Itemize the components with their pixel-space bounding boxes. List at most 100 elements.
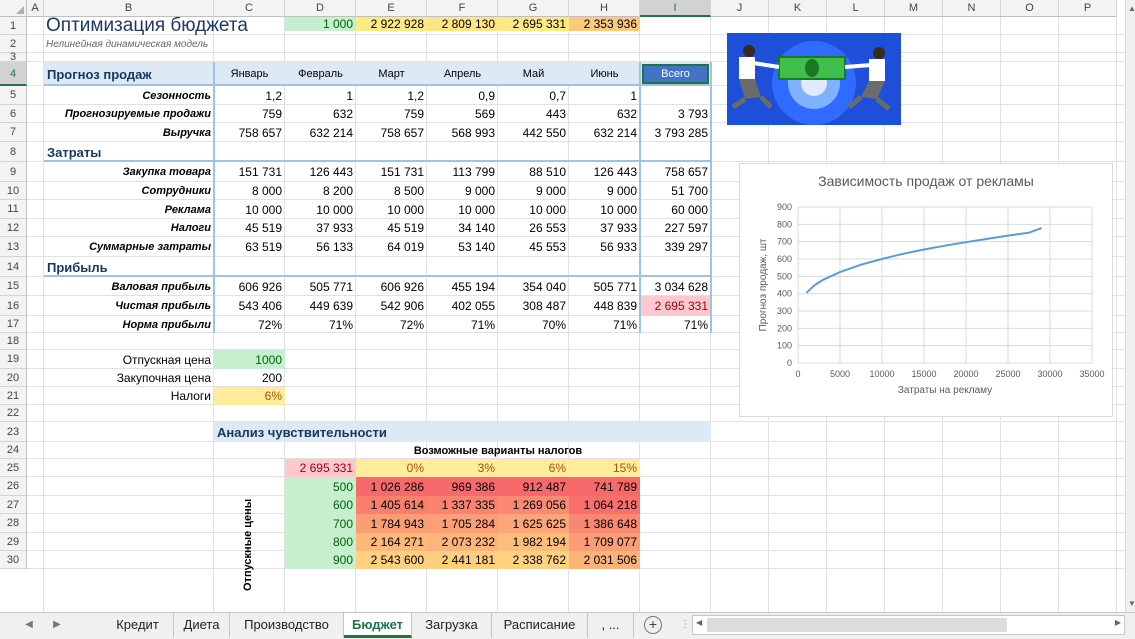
value-cell[interactable]: 72%: [214, 316, 285, 333]
sheet-tab-3[interactable]: Производство: [230, 613, 344, 638]
value-cell[interactable]: 10 000: [498, 200, 569, 219]
column-header-e[interactable]: E: [356, 0, 427, 17]
value-cell[interactable]: 151 731: [356, 162, 427, 182]
value-cell[interactable]: 10 000: [569, 200, 640, 219]
worksheet-grid[interactable]: Зависимость продаж от рекламы 0 100 200 300 4…: [27, 17, 1125, 612]
value-cell[interactable]: 9 000: [498, 182, 569, 200]
column-header-k[interactable]: K: [769, 0, 827, 17]
value-cell[interactable]: 71%: [285, 316, 356, 333]
sensitivity-cell[interactable]: 1 064 218: [569, 496, 640, 514]
value-cell[interactable]: 64 019: [356, 237, 427, 257]
row-header-10[interactable]: 10: [0, 182, 27, 200]
row-header-7[interactable]: 7: [0, 123, 27, 142]
row-header-18[interactable]: 18: [0, 333, 27, 350]
sensitivity-cell[interactable]: 1 026 286: [356, 477, 427, 496]
value-cell[interactable]: 543 406: [214, 296, 285, 316]
value-cell[interactable]: 308 487: [498, 296, 569, 316]
value-cell[interactable]: 8 000: [214, 182, 285, 200]
row-header-13[interactable]: 13: [0, 237, 27, 257]
value-cell[interactable]: 151 731: [214, 162, 285, 182]
value-cell[interactable]: 63 519: [214, 237, 285, 257]
tax-option[interactable]: 15%: [569, 459, 640, 477]
row-header-22[interactable]: 22: [0, 405, 27, 422]
total-cell[interactable]: 758 657: [640, 162, 711, 182]
total-cell[interactable]: 3 034 628: [640, 277, 711, 296]
sensitivity-cell[interactable]: 2 073 232: [427, 533, 498, 551]
row-header-11[interactable]: 11: [0, 200, 27, 219]
row-header-9[interactable]: 9: [0, 162, 27, 182]
row-header-24[interactable]: 24: [0, 442, 27, 459]
row-header-6[interactable]: 6: [0, 105, 27, 123]
row-header-29[interactable]: 29: [0, 533, 27, 551]
column-header-c[interactable]: C: [214, 0, 285, 17]
tax-option[interactable]: 3%: [427, 459, 498, 477]
value-cell[interactable]: 0,7: [498, 86, 569, 105]
value-cell[interactable]: 568 993: [427, 123, 498, 142]
sensitivity-cell[interactable]: 2 543 600: [356, 551, 427, 569]
tax-option[interactable]: 6%: [498, 459, 569, 477]
value-cell[interactable]: 26 553: [498, 219, 569, 237]
value-cell[interactable]: 1,2: [356, 86, 427, 105]
row-header-30[interactable]: 30: [0, 551, 27, 569]
sensitivity-cell[interactable]: 2 695 331: [498, 17, 569, 31]
value-cell[interactable]: 10 000: [285, 200, 356, 219]
column-header-o[interactable]: O: [1001, 0, 1059, 17]
value-cell[interactable]: 758 657: [214, 123, 285, 142]
row-header-26[interactable]: 26: [0, 477, 27, 496]
value-cell[interactable]: 8 200: [285, 182, 356, 200]
row-header-14[interactable]: 14: [0, 257, 27, 277]
column-header-m[interactable]: M: [885, 0, 943, 17]
value-cell[interactable]: 758 657: [356, 123, 427, 142]
row-header-4[interactable]: 4: [0, 62, 27, 86]
sensitivity-cell[interactable]: 1 982 194: [498, 533, 569, 551]
sensitivity-cell[interactable]: 1 405 614: [356, 496, 427, 514]
sensitivity-cell[interactable]: 1 337 335: [427, 496, 498, 514]
price-option[interactable]: 600: [285, 496, 356, 514]
row-header-23[interactable]: 23: [0, 422, 27, 442]
column-header-l[interactable]: L: [827, 0, 885, 17]
row-header-28[interactable]: 28: [0, 514, 27, 533]
column-header-f[interactable]: F: [427, 0, 498, 17]
value-cell[interactable]: 45 519: [356, 219, 427, 237]
sensitivity-cell[interactable]: 912 487: [498, 477, 569, 496]
input-value[interactable]: 200: [214, 369, 285, 387]
value-cell[interactable]: 56 933: [569, 237, 640, 257]
sensitivity-cell[interactable]: 1 709 077: [569, 533, 640, 551]
value-cell[interactable]: 354 040: [498, 277, 569, 296]
total-button[interactable]: Всего: [642, 64, 709, 84]
row-header-21[interactable]: 21: [0, 387, 27, 405]
input-value[interactable]: 1000: [214, 350, 285, 369]
sensitivity-cell[interactable]: 2 338 762: [498, 551, 569, 569]
input-value[interactable]: 6%: [214, 387, 285, 405]
column-header-i[interactable]: I: [640, 0, 711, 17]
value-cell[interactable]: 88 510: [498, 162, 569, 182]
row-header-20[interactable]: 20: [0, 369, 27, 387]
value-cell[interactable]: 632: [285, 105, 356, 123]
value-cell[interactable]: 505 771: [569, 277, 640, 296]
value-cell[interactable]: 126 443: [285, 162, 356, 182]
sensitivity-corner[interactable]: 2 695 331: [285, 459, 356, 477]
value-cell[interactable]: 56 133: [285, 237, 356, 257]
row-header-5[interactable]: 5: [0, 86, 27, 105]
sensitivity-cell[interactable]: 2 441 181: [427, 551, 498, 569]
sheet-tab-6[interactable]: Расписание: [492, 613, 588, 638]
row-header-25[interactable]: 25: [0, 459, 27, 477]
value-cell[interactable]: 505 771: [285, 277, 356, 296]
value-cell[interactable]: 632: [569, 105, 640, 123]
sheet-tab-5[interactable]: Загрузка: [412, 613, 492, 638]
total-cell[interactable]: 339 297: [640, 237, 711, 257]
column-header-a[interactable]: A: [27, 0, 44, 17]
row-header-1[interactable]: 1: [0, 17, 27, 35]
sheet-tab-1[interactable]: Кредит: [102, 613, 174, 638]
sensitivity-cell[interactable]: 1 269 056: [498, 496, 569, 514]
total-cell[interactable]: [640, 86, 711, 105]
value-cell[interactable]: 8 500: [356, 182, 427, 200]
sensitivity-cell[interactable]: 2 164 271: [356, 533, 427, 551]
value-cell[interactable]: 53 140: [427, 237, 498, 257]
column-header-n[interactable]: N: [943, 0, 1001, 17]
row-header-17[interactable]: 17: [0, 316, 27, 333]
total-cell[interactable]: 227 597: [640, 219, 711, 237]
month-header[interactable]: Январь: [214, 62, 285, 86]
column-header-b[interactable]: B: [44, 0, 214, 17]
value-cell[interactable]: 606 926: [214, 277, 285, 296]
